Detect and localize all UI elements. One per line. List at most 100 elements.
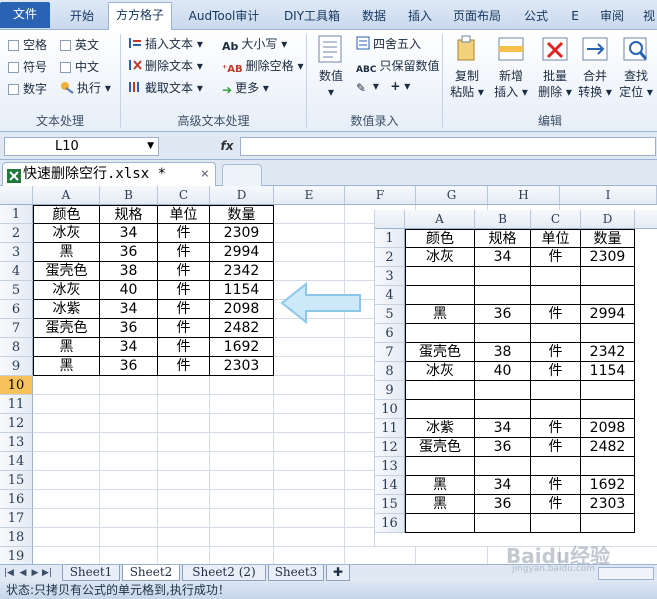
column-header[interactable]: A xyxy=(33,186,100,205)
table-cell[interactable]: 件 xyxy=(158,224,210,243)
row-header[interactable]: 9 xyxy=(0,357,33,376)
row-header[interactable]: 2 xyxy=(0,224,33,243)
table-cell[interactable]: 38 xyxy=(100,262,158,281)
table-cell[interactable]: 黑 xyxy=(33,243,100,262)
name-box[interactable]: L10 ▼ xyxy=(4,137,159,156)
menu-tab[interactable]: 方方格子 xyxy=(108,2,172,31)
last-sheet-icon[interactable]: ▶| xyxy=(42,567,52,579)
row-header[interactable]: 6 xyxy=(0,300,33,319)
next-sheet-icon[interactable]: ▶ xyxy=(30,567,40,579)
menu-tab[interactable]: 数据 xyxy=(352,4,396,30)
prev-sheet-icon[interactable]: ◀ xyxy=(18,567,28,579)
table-cell[interactable]: 2482 xyxy=(210,319,274,338)
menu-tab[interactable]: 文件 xyxy=(0,2,50,28)
row-header[interactable]: 1 xyxy=(0,205,33,224)
table-cell[interactable]: 36 xyxy=(100,319,158,338)
table-cell[interactable]: 单位 xyxy=(158,205,210,224)
find-locate-button[interactable]: 查找 定位 ▾ xyxy=(616,34,656,100)
table-cell[interactable]: 冰灰 xyxy=(33,224,100,243)
menu-tab[interactable]: 审阅 xyxy=(590,4,634,30)
formula-input[interactable] xyxy=(240,137,656,156)
checkbox-chinese[interactable]: 中文 xyxy=(60,58,99,75)
row-header[interactable]: 17 xyxy=(0,509,33,528)
sheet-tab-sheet2[interactable]: Sheet2 xyxy=(122,565,180,581)
extract-text-button[interactable]: 截取文本 ▾ xyxy=(128,79,203,97)
table-cell[interactable]: 件 xyxy=(158,319,210,338)
table-cell[interactable]: 1154 xyxy=(210,281,274,300)
batch-delete-button[interactable]: 批量 删除 ▾ xyxy=(536,34,574,100)
checkbox-number[interactable]: 数字 xyxy=(8,80,47,97)
document-tab[interactable]: 快速删除空行.xlsx * × xyxy=(2,162,216,186)
horizontal-scrollbar[interactable] xyxy=(598,567,654,580)
row-header[interactable]: 12 xyxy=(0,414,33,433)
select-all-corner[interactable] xyxy=(0,186,33,205)
edit-value-button[interactable]: ✎ ▾ + ▾ xyxy=(356,79,410,95)
checkbox-english[interactable]: 英文 xyxy=(60,36,99,53)
menu-tab[interactable]: 开始 xyxy=(58,4,106,30)
checkbox-space[interactable]: 空格 xyxy=(8,36,47,53)
table-cell[interactable]: 2309 xyxy=(210,224,274,243)
table-cell[interactable]: 颜色 xyxy=(33,205,100,224)
column-header[interactable]: H xyxy=(488,186,560,205)
row-header[interactable]: 14 xyxy=(0,452,33,471)
fx-button[interactable]: fx xyxy=(216,137,238,156)
column-header[interactable]: F xyxy=(345,186,416,205)
table-cell[interactable]: 40 xyxy=(100,281,158,300)
row-header[interactable]: 16 xyxy=(0,490,33,509)
table-cell[interactable]: 件 xyxy=(158,243,210,262)
sheet-tab-sheet1[interactable]: Sheet1 xyxy=(62,565,120,581)
table-cell[interactable]: 件 xyxy=(158,262,210,281)
row-header[interactable]: 15 xyxy=(0,471,33,490)
row-header[interactable]: 4 xyxy=(0,262,33,281)
row-header[interactable]: 11 xyxy=(0,395,33,414)
table-cell[interactable]: 2994 xyxy=(210,243,274,262)
table-cell[interactable]: 2098 xyxy=(210,300,274,319)
column-header[interactable]: B xyxy=(100,186,158,205)
menu-tab[interactable]: 页面布局 xyxy=(444,4,510,30)
first-sheet-icon[interactable]: |◀ xyxy=(4,567,14,579)
row-header[interactable]: 5 xyxy=(0,281,33,300)
menu-tab[interactable]: DIY工具箱 xyxy=(275,4,349,30)
new-insert-button[interactable]: 新增 插入 ▾ xyxy=(492,34,530,100)
column-header[interactable]: C xyxy=(158,186,210,205)
table-cell[interactable]: 冰紫 xyxy=(33,300,100,319)
table-cell[interactable]: 蛋壳色 xyxy=(33,262,100,281)
case-button[interactable]: Ab 大小写 ▾ xyxy=(222,35,287,53)
row-header[interactable]: 10 xyxy=(0,376,33,395)
table-cell[interactable]: 件 xyxy=(158,357,210,376)
table-cell[interactable]: 2303 xyxy=(210,357,274,376)
table-cell[interactable]: 黑 xyxy=(33,357,100,376)
number-button[interactable]: 数值 ▾ xyxy=(312,34,350,100)
row-header[interactable]: 18 xyxy=(0,528,33,547)
table-cell[interactable]: 34 xyxy=(100,338,158,357)
row-header[interactable]: 19 xyxy=(0,547,33,564)
menu-tab[interactable]: 视 xyxy=(638,4,657,30)
insert-text-button[interactable]: 插入文本 ▾ xyxy=(128,35,203,53)
table-cell[interactable]: 36 xyxy=(100,243,158,262)
execute-button[interactable]: 执行 ▾ xyxy=(60,79,111,97)
sheet-tab-sheet2-copy[interactable]: Sheet2 (2) xyxy=(182,565,266,581)
new-document-tab[interactable] xyxy=(222,164,262,186)
sheet-tab-sheet3[interactable]: Sheet3 xyxy=(268,565,324,581)
keep-value-button[interactable]: ABC 只保留数值 xyxy=(356,57,439,75)
more-button[interactable]: ➔ 更多 ▾ xyxy=(222,79,269,97)
merge-convert-button[interactable]: 合并 转换 ▾ xyxy=(576,34,614,100)
row-header[interactable]: 8 xyxy=(0,338,33,357)
table-cell[interactable]: 件 xyxy=(158,338,210,357)
menu-tab[interactable]: AudTool审计 xyxy=(178,4,270,30)
column-header[interactable]: E xyxy=(274,186,345,205)
row-header[interactable]: 3 xyxy=(0,243,33,262)
table-cell[interactable]: 件 xyxy=(158,300,210,319)
menu-tab[interactable]: 插入 xyxy=(400,4,440,30)
insert-sheet-icon[interactable]: ✚ xyxy=(326,565,350,581)
row-header[interactable]: 7 xyxy=(0,319,33,338)
close-icon[interactable]: × xyxy=(201,163,209,185)
delete-text-button[interactable]: 删除文本 ▾ xyxy=(128,57,203,75)
delete-space-button[interactable]: ⁺AB 删除空格 ▾ xyxy=(222,57,304,75)
table-cell[interactable]: 规格 xyxy=(100,205,158,224)
table-cell[interactable]: 34 xyxy=(100,224,158,243)
copy-paste-button[interactable]: 复制 粘贴 ▾ xyxy=(448,34,486,100)
column-header[interactable]: D xyxy=(210,186,274,205)
row-header[interactable]: 13 xyxy=(0,433,33,452)
table-cell[interactable]: 34 xyxy=(100,300,158,319)
